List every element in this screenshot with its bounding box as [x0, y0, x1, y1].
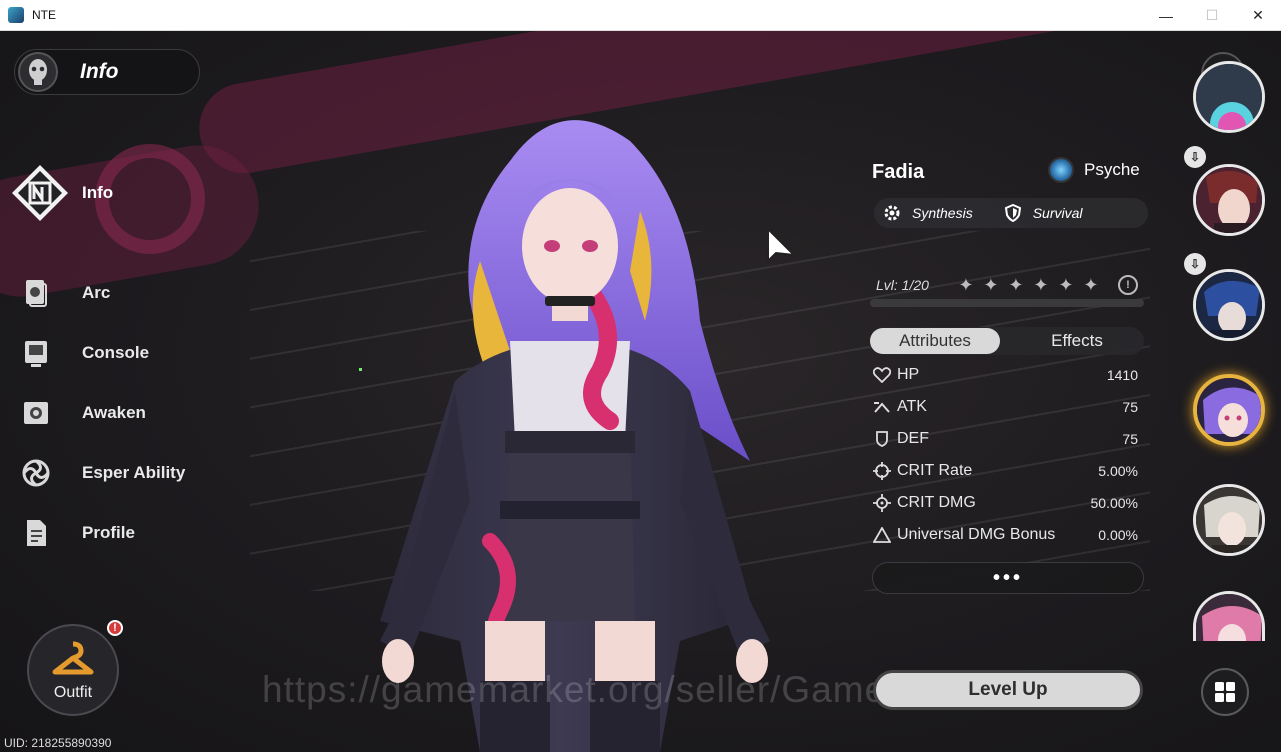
- atk-chevron-icon: [872, 397, 892, 417]
- attribute-row: DEF 75: [872, 427, 1144, 451]
- star-icon: ✦: [1033, 274, 1049, 295]
- attribute-value: 5.00%: [1098, 463, 1138, 479]
- attribute-name: CRIT DMG: [897, 494, 976, 511]
- level-up-button[interactable]: Level Up: [873, 670, 1143, 710]
- star-rating: ✦ ✦ ✦ ✦ ✦ ✦: [957, 275, 1100, 296]
- window-close-button[interactable]: ✕: [1235, 0, 1281, 31]
- sidebar-item-label: Esper Ability: [82, 463, 186, 482]
- triangle-icon: [872, 525, 892, 545]
- attribute-value: 75: [1122, 399, 1138, 415]
- tab-effects[interactable]: Effects: [1010, 328, 1144, 354]
- star-icon: ✦: [1058, 274, 1074, 295]
- page-title: Info: [80, 60, 119, 83]
- gear-icon: [882, 203, 902, 223]
- attribute-row: HP 1410: [872, 363, 1144, 387]
- console-icon: [14, 331, 58, 375]
- sidebar-item-awaken[interactable]: Awaken: [14, 391, 214, 435]
- star-icon: ✦: [1008, 274, 1024, 295]
- sidebar-item-console[interactable]: Console: [14, 331, 214, 375]
- player-avatar[interactable]: [18, 52, 58, 92]
- crosshair-burst-icon: [872, 493, 892, 513]
- roster-portrait[interactable]: [1193, 164, 1265, 236]
- outfit-button[interactable]: Outfit !: [27, 620, 123, 716]
- attribute-row: Universal DMG Bonus 0.00%: [872, 523, 1144, 547]
- info-emblem-icon: [10, 163, 70, 223]
- sidebar-item-label: Arc: [82, 283, 111, 302]
- game-scene: https://gamemarket.org/seller/GameNeko I…: [0, 31, 1281, 752]
- sidebar-item-info[interactable]: Info: [12, 165, 214, 221]
- hanger-icon: [52, 641, 94, 675]
- profile-doc-icon: [14, 511, 58, 555]
- mouse-cursor-icon: [767, 227, 797, 264]
- menu-grid-button[interactable]: [1201, 668, 1249, 716]
- attribute-name: Universal DMG Bonus: [897, 526, 1056, 543]
- level-text: Lvl: 1/20: [876, 277, 929, 293]
- tag-label: Synthesis: [912, 205, 973, 221]
- psyche-element-icon: [1048, 157, 1074, 183]
- scene-particle: [359, 368, 362, 371]
- level-info-icon[interactable]: !: [1118, 275, 1138, 295]
- tag-synthesis: Synthesis: [882, 203, 973, 223]
- panel-tabs: Attributes Effects: [870, 327, 1144, 355]
- sidebar-item-label: Profile: [82, 523, 135, 542]
- awaken-icon: [14, 391, 58, 435]
- star-icon: ✦: [958, 274, 974, 295]
- notification-badge: !: [107, 620, 123, 636]
- attribute-name: ATK: [897, 398, 927, 415]
- sidebar-item-esper-ability[interactable]: Esper Ability: [14, 451, 214, 495]
- arc-card-icon: [14, 271, 58, 315]
- attribute-name: HP: [897, 366, 920, 383]
- element-badge: Psyche: [1048, 157, 1140, 183]
- window-minimize-button[interactable]: —: [1143, 0, 1189, 31]
- element-label: Psyche: [1084, 160, 1140, 179]
- sidebar-item-arc[interactable]: Arc: [14, 271, 214, 315]
- roster-portrait[interactable]: [1193, 269, 1265, 341]
- app-logo-icon: [8, 7, 24, 23]
- window-titlebar: NTE — ☐ ✕: [0, 0, 1281, 31]
- sidebar-item-profile[interactable]: Profile: [14, 511, 214, 555]
- level-row: Lvl: 1/20 ✦ ✦ ✦ ✦ ✦ ✦ !: [876, 273, 1150, 297]
- shield-outline-icon: [872, 429, 892, 449]
- sidebar-item-label: Console: [82, 343, 150, 362]
- character-model[interactable]: [360, 101, 800, 752]
- star-icon: ✦: [1083, 274, 1099, 295]
- character-tags: Synthesis Survival: [874, 198, 1148, 228]
- sidebar-item-label: Awaken: [82, 403, 146, 422]
- shield-icon: [1003, 203, 1023, 223]
- page-title-pill: Info: [14, 49, 200, 95]
- attribute-name: CRIT Rate: [897, 462, 973, 479]
- character-name: Fadia: [872, 161, 925, 183]
- mask-icon: [29, 59, 47, 85]
- roster-portrait[interactable]: [1193, 591, 1265, 641]
- attribute-value: 75: [1122, 431, 1138, 447]
- tag-label: Survival: [1032, 205, 1083, 221]
- crosshair-icon: [872, 461, 892, 481]
- attribute-value: 50.00%: [1090, 495, 1138, 511]
- star-icon: ✦: [983, 274, 999, 295]
- watermark-text: https://gamemarket.org/seller/GameNeko: [262, 669, 977, 710]
- more-attributes-button[interactable]: •••: [872, 562, 1144, 594]
- attribute-value: 1410: [1106, 367, 1138, 383]
- grid-icon: [1215, 682, 1235, 702]
- experience-bar: [870, 299, 1144, 307]
- attribute-name: DEF: [897, 430, 929, 447]
- attribute-row: ATK 75: [872, 395, 1144, 419]
- roster-portrait-selected[interactable]: [1193, 374, 1265, 446]
- outfit-label: Outfit: [53, 684, 93, 701]
- attribute-value: 0.00%: [1098, 527, 1138, 543]
- roster-portrait[interactable]: [1193, 61, 1265, 133]
- download-icon: ⇩: [1184, 146, 1206, 168]
- tab-attributes[interactable]: Attributes: [870, 328, 1000, 354]
- heart-outline-icon: [872, 365, 892, 385]
- window-title: NTE: [32, 8, 56, 22]
- player-uid: UID: 218255890390: [4, 736, 112, 750]
- download-icon: ⇩: [1184, 253, 1206, 275]
- attribute-row: CRIT DMG 50.00%: [872, 491, 1144, 515]
- window-maximize-button[interactable]: ☐: [1189, 0, 1235, 31]
- esper-swirl-icon: [14, 451, 58, 495]
- attribute-row: CRIT Rate 5.00%: [872, 459, 1144, 483]
- tag-survival: Survival: [1003, 203, 1083, 223]
- roster-portrait[interactable]: [1193, 484, 1265, 556]
- sidebar-item-label: Info: [82, 183, 114, 202]
